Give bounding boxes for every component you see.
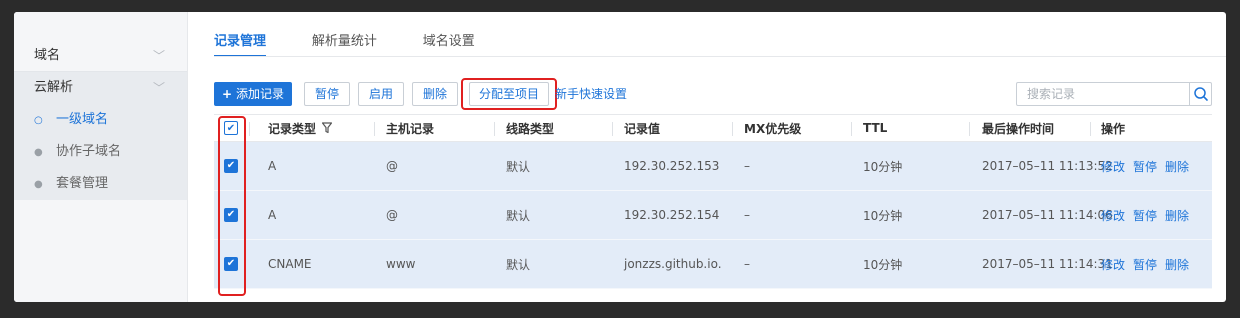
column-header-ttl: TTL — [863, 121, 888, 135]
search-icon — [1194, 87, 1208, 101]
sidebar-item-plan-management[interactable]: ● 套餐管理 — [14, 168, 187, 200]
cell-type: A — [268, 159, 277, 173]
cell-actions: 修改 暂停 删除 — [1101, 240, 1197, 288]
delete-button[interactable]: 删除 — [412, 82, 458, 106]
records-table: ✔ 记录类型 主机记录 线路类型 记录值 MX优先级 TTL 最后操作时间 操作… — [214, 114, 1212, 296]
cell-host: @ — [386, 159, 398, 173]
search-button[interactable] — [1189, 83, 1211, 105]
cell-value: 192.30.252.153 — [624, 159, 720, 173]
sidebar-group-dns: 云解析 ﹀ ○ 一级域名 ● 协作子域名 ● 套餐管理 — [14, 72, 187, 200]
cell-line: 默认 — [506, 257, 531, 272]
cell-type: A — [268, 208, 277, 222]
cell-mx: – — [744, 257, 750, 271]
edit-link[interactable]: 修改 — [1101, 158, 1125, 175]
cell-ttl: 10分钟 — [863, 159, 903, 174]
sidebar-item-domain[interactable]: 域名 ﹀ — [14, 40, 187, 72]
add-record-button[interactable]: + 添加记录 — [214, 82, 292, 106]
pause-link[interactable]: 暂停 — [1133, 256, 1157, 273]
search-box — [1016, 82, 1212, 106]
column-divider — [494, 122, 495, 136]
delete-link[interactable]: 删除 — [1165, 207, 1189, 224]
column-header-label: 记录类型 — [268, 121, 317, 136]
highlight-box-assign — [461, 78, 557, 110]
column-header-value: 记录值 — [624, 121, 661, 136]
search-input[interactable] — [1017, 83, 1187, 105]
tab-divider — [214, 56, 1226, 57]
tab-domain-settings[interactable]: 域名设置 — [423, 30, 475, 55]
column-divider — [969, 122, 970, 136]
cell-line: 默认 — [506, 208, 531, 223]
delete-link[interactable]: 删除 — [1165, 158, 1189, 175]
cell-host: @ — [386, 208, 398, 222]
cell-actions: 修改 暂停 删除 — [1101, 191, 1197, 239]
tab-records[interactable]: 记录管理 — [214, 30, 267, 57]
edit-link[interactable]: 修改 — [1101, 207, 1125, 224]
cell-time: 2017–05–11 11:13:52 — [982, 159, 1113, 173]
column-divider — [612, 122, 613, 136]
column-divider — [1090, 122, 1091, 136]
column-header-time: 最后操作时间 — [982, 121, 1055, 136]
cell-line: 默认 — [506, 159, 531, 174]
cell-mx: – — [744, 159, 750, 173]
pause-link[interactable]: 暂停 — [1133, 158, 1157, 175]
sidebar-item-label: 套餐管理 — [56, 176, 109, 191]
cell-ttl: 10分钟 — [863, 257, 903, 272]
sidebar-item-primary-domain[interactable]: ○ 一级域名 — [14, 104, 187, 136]
chevron-down-icon[interactable]: ﹀ — [153, 72, 165, 104]
tab-query-stats[interactable]: 解析量统计 — [312, 30, 377, 55]
sidebar: 域名 ﹀ 云解析 ﹀ ○ 一级域名 ● 协作子域名 ● 套餐管理 — [14, 12, 188, 302]
table-row[interactable]: ✔ CNAME www 默认 jonzzs.github.io. – 10分钟 … — [214, 240, 1212, 289]
column-divider — [374, 122, 375, 136]
column-header-host: 主机记录 — [386, 121, 435, 136]
chevron-down-icon[interactable]: ﹀ — [153, 40, 165, 72]
add-record-label: 添加记录 — [236, 87, 285, 101]
sidebar-item-label: 域名 — [34, 48, 61, 63]
column-divider — [249, 122, 250, 136]
filter-icon[interactable] — [322, 122, 333, 134]
bullet-icon: ● — [34, 147, 43, 158]
bullet-icon: ● — [34, 179, 43, 190]
delete-link[interactable]: 删除 — [1165, 256, 1189, 273]
cell-time: 2017–05–11 11:14:31 — [982, 257, 1113, 271]
cell-host: www — [386, 257, 416, 271]
pause-link[interactable]: 暂停 — [1133, 207, 1157, 224]
plus-icon: + — [221, 87, 233, 101]
sidebar-item-label: 一级域名 — [56, 112, 109, 127]
sidebar-item-label: 协作子域名 — [56, 144, 122, 159]
cell-value: jonzzs.github.io. — [624, 257, 722, 271]
table-row[interactable]: ✔ A @ 默认 192.30.252.154 – 10分钟 2017–05–1… — [214, 191, 1212, 240]
column-divider — [851, 122, 852, 136]
active-ring-icon: ○ — [34, 115, 43, 126]
column-header-line: 线路类型 — [506, 121, 555, 136]
cell-type: CNAME — [268, 257, 312, 271]
highlight-box-checkboxes — [218, 116, 246, 296]
tab-bar: 记录管理 解析量统计 域名设置 — [214, 30, 517, 57]
sidebar-item-dns[interactable]: 云解析 ﹀ — [14, 72, 187, 104]
pause-button[interactable]: 暂停 — [304, 82, 350, 106]
quick-setup-link[interactable]: 新手快速设置 — [555, 82, 627, 106]
column-header-type: 记录类型 — [268, 115, 333, 141]
main-panel: 记录管理 解析量统计 域名设置 + 添加记录 暂停 启用 删除 分配至项目 新手快… — [188, 12, 1226, 302]
cell-mx: – — [744, 208, 750, 222]
app-window: 域名 ﹀ 云解析 ﹀ ○ 一级域名 ● 协作子域名 ● 套餐管理 记录管理 解析量统计… — [14, 12, 1226, 302]
column-divider — [732, 122, 733, 136]
table-header: ✔ 记录类型 主机记录 线路类型 记录值 MX优先级 TTL 最后操作时间 操作 — [214, 114, 1212, 142]
enable-button[interactable]: 启用 — [358, 82, 404, 106]
cell-time: 2017–05–11 11:14:06 — [982, 208, 1113, 222]
table-row[interactable]: ✔ A @ 默认 192.30.252.153 – 10分钟 2017–05–1… — [214, 142, 1212, 191]
cell-ttl: 10分钟 — [863, 208, 903, 223]
sidebar-item-label: 云解析 — [34, 80, 74, 95]
cell-value: 192.30.252.154 — [624, 208, 720, 222]
column-header-actions: 操作 — [1101, 121, 1126, 136]
edit-link[interactable]: 修改 — [1101, 256, 1125, 273]
cell-actions: 修改 暂停 删除 — [1101, 142, 1197, 190]
sidebar-item-collab-subdomain[interactable]: ● 协作子域名 — [14, 136, 187, 168]
column-header-mx: MX优先级 — [744, 121, 802, 136]
